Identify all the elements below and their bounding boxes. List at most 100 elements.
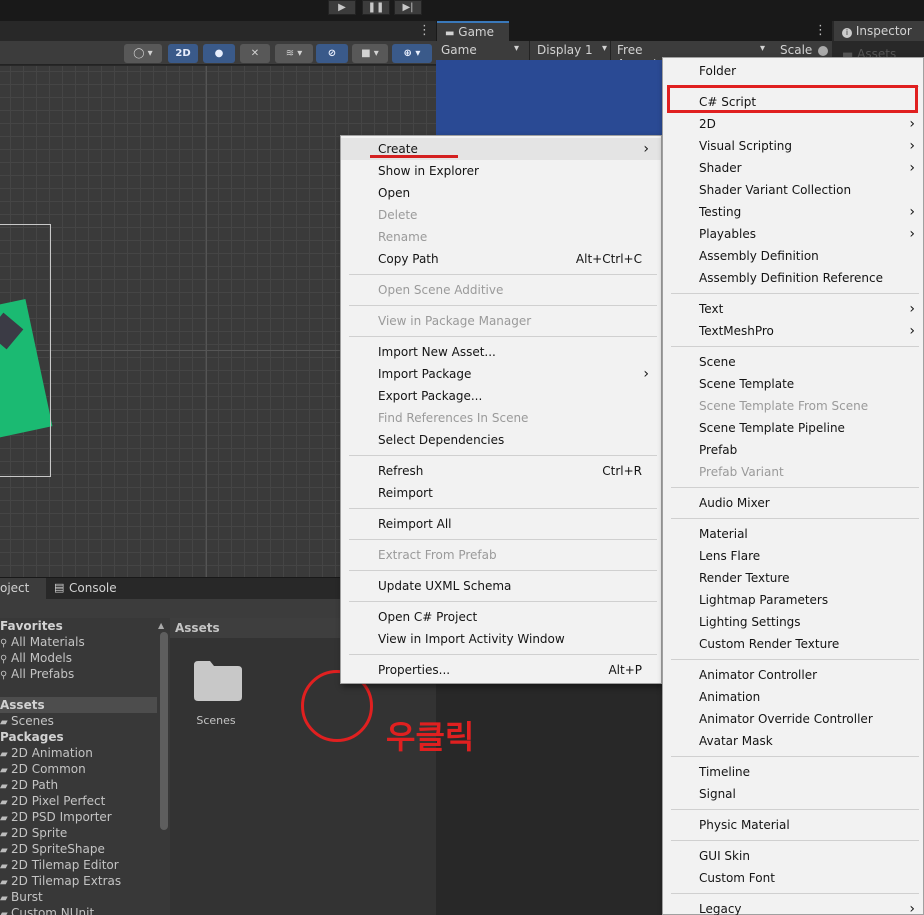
menu-item-open[interactable]: Open <box>341 182 661 204</box>
menu-item-properties[interactable]: Properties... Alt+P <box>341 659 661 681</box>
menu-item-import-new-asset[interactable]: Import New Asset... <box>341 341 661 363</box>
create-item-shader-variant-collection[interactable]: Shader Variant Collection <box>663 179 923 201</box>
scroll-up-icon[interactable]: ▲ <box>158 621 164 630</box>
create-item-textmeshpro[interactable]: TextMeshPro › <box>663 320 923 342</box>
create-item-prefab[interactable]: Prefab <box>663 439 923 461</box>
hidden-objects-icon[interactable]: ⊘ <box>316 44 348 63</box>
menu-item-update-uxml-schema[interactable]: Update UXML Schema <box>341 575 661 597</box>
menu-item-view-in-import-activity-window[interactable]: View in Import Activity Window <box>341 628 661 650</box>
tree-item-2d-animation[interactable]: ▰ 2D Animation <box>0 745 93 761</box>
create-item-gui-skin[interactable]: GUI Skin <box>663 845 923 867</box>
more-options-icon[interactable]: ⋮ <box>418 23 431 38</box>
effects-dropdown-icon[interactable]: ≋ ▾ <box>275 44 313 63</box>
create-item-animation[interactable]: Animation <box>663 686 923 708</box>
tree-item-custom-nunit[interactable]: ▰ Custom NUnit <box>0 905 94 915</box>
menu-item-label: Animation <box>699 690 761 704</box>
menu-item-reimport-all[interactable]: Reimport All <box>341 513 661 535</box>
menu-item-label: GUI Skin <box>699 849 750 863</box>
create-item-assembly-definition[interactable]: Assembly Definition <box>663 245 923 267</box>
tree-item-2d-path[interactable]: ▰ 2D Path <box>0 777 58 793</box>
tree-item-label: 2D SpriteShape <box>11 842 105 856</box>
scale-slider-knob[interactable] <box>818 46 828 56</box>
tree-item-2d-common[interactable]: ▰ 2D Common <box>0 761 86 777</box>
create-item-lighting-settings[interactable]: Lighting Settings <box>663 611 923 633</box>
menu-item-copy-path[interactable]: Copy Path Alt+Ctrl+C <box>341 248 661 270</box>
create-item-testing[interactable]: Testing › <box>663 201 923 223</box>
tree-item-label: 2D Animation <box>11 746 93 760</box>
tree-item-label: Burst <box>11 890 43 904</box>
create-item-shader[interactable]: Shader › <box>663 157 923 179</box>
folder-icon[interactable] <box>194 661 242 701</box>
more-options-icon[interactable]: ⋮ <box>814 23 827 38</box>
tree-item-burst[interactable]: ▰ Burst <box>0 889 43 905</box>
toggle-2d-button[interactable]: 2D <box>168 44 198 63</box>
create-item-folder[interactable]: Folder <box>663 60 923 82</box>
menu-item-label: Open Scene Additive <box>378 283 504 297</box>
menu-item-import-package[interactable]: Import Package › <box>341 363 661 385</box>
tree-scrollbar[interactable] <box>160 632 168 830</box>
menu-item-export-package[interactable]: Export Package... <box>341 385 661 407</box>
create-item-assembly-definition-reference[interactable]: Assembly Definition Reference <box>663 267 923 289</box>
tree-item-favorites[interactable]: Favorites <box>0 618 63 634</box>
tree-item-label: Custom NUnit <box>11 906 95 915</box>
create-item-audio-mixer[interactable]: Audio Mixer <box>663 492 923 514</box>
lighting-toggle-icon[interactable]: ● <box>203 44 235 63</box>
tree-item-2d-pixel-perfect[interactable]: ▰ 2D Pixel Perfect <box>0 793 105 809</box>
tree-item-all-materials[interactable]: ⚲ All Materials <box>0 634 85 650</box>
game-mode-dropdown[interactable]: Game <box>441 43 477 57</box>
create-item-timeline[interactable]: Timeline <box>663 761 923 783</box>
game-toolbar: Game ▾ Display 1 ▾ Free Aspect <box>436 41 662 71</box>
tab-console[interactable]: Console <box>69 581 117 595</box>
pause-button[interactable]: ❚❚ <box>362 0 390 15</box>
menu-item-refresh[interactable]: Refresh Ctrl+R <box>341 460 661 482</box>
tree-item-label: 2D Path <box>11 778 59 792</box>
display-dropdown[interactable]: Display 1 <box>537 43 593 57</box>
tree-item-scenes[interactable]: ▰ Scenes <box>0 713 54 729</box>
chevron-down-icon: ▾ <box>760 43 766 54</box>
menu-separator <box>671 809 919 810</box>
create-item-physic-material[interactable]: Physic Material <box>663 814 923 836</box>
camera-dropdown-icon[interactable]: ■ ▾ <box>352 44 388 63</box>
create-item-lens-flare[interactable]: Lens Flare <box>663 545 923 567</box>
create-item-text[interactable]: Text › <box>663 298 923 320</box>
create-item-scene-template-pipeline[interactable]: Scene Template Pipeline <box>663 417 923 439</box>
create-item-custom-render-texture[interactable]: Custom Render Texture <box>663 633 923 655</box>
gizmos-dropdown-icon[interactable]: ⊕ ▾ <box>392 44 432 63</box>
play-button[interactable]: ▶ <box>328 0 356 15</box>
create-item-legacy[interactable]: Legacy › <box>663 898 923 915</box>
create-item-avatar-mask[interactable]: Avatar Mask <box>663 730 923 752</box>
menu-item-select-dependencies[interactable]: Select Dependencies <box>341 429 661 451</box>
tree-item-all-prefabs[interactable]: ⚲ All Prefabs <box>0 666 74 682</box>
tree-item-2d-tilemap-editor[interactable]: ▰ 2D Tilemap Editor <box>0 857 119 873</box>
chevron-right-icon: › <box>643 366 649 382</box>
create-item-material[interactable]: Material <box>663 523 923 545</box>
tab-game[interactable]: ▬ Game <box>437 21 509 41</box>
create-item-scene-template[interactable]: Scene Template <box>663 373 923 395</box>
menu-item-label: Properties... <box>378 663 451 677</box>
tree-item-assets[interactable]: Assets <box>0 697 157 713</box>
create-item-visual-scripting[interactable]: Visual Scripting › <box>663 135 923 157</box>
tree-item-2d-psd-importer[interactable]: ▰ 2D PSD Importer <box>0 809 112 825</box>
tree-item-all-models[interactable]: ⚲ All Models <box>0 650 72 666</box>
menu-item-open-c-project[interactable]: Open C# Project <box>341 606 661 628</box>
shading-mode-dropdown[interactable]: ◯ ▾ <box>124 44 162 63</box>
create-item-signal[interactable]: Signal <box>663 783 923 805</box>
create-item-animator-controller[interactable]: Animator Controller <box>663 664 923 686</box>
create-item-2d[interactable]: 2D › <box>663 113 923 135</box>
tree-item-packages[interactable]: Packages <box>0 729 64 745</box>
step-button[interactable]: ▶| <box>394 0 422 15</box>
tree-item-2d-sprite[interactable]: ▰ 2D Sprite <box>0 825 67 841</box>
tree-item-2d-spriteshape[interactable]: ▰ 2D SpriteShape <box>0 841 105 857</box>
tree-item-2d-tilemap-extras[interactable]: ▰ 2D Tilemap Extras <box>0 873 121 889</box>
tree-item-label: 2D Tilemap Extras <box>11 874 122 888</box>
menu-item-reimport[interactable]: Reimport <box>341 482 661 504</box>
create-item-lightmap-parameters[interactable]: Lightmap Parameters <box>663 589 923 611</box>
menu-item-show-in-explorer[interactable]: Show in Explorer <box>341 160 661 182</box>
create-item-render-texture[interactable]: Render Texture <box>663 567 923 589</box>
tab-inspector[interactable]: i Inspector <box>834 21 924 41</box>
audio-toggle-icon[interactable]: ✕ <box>240 44 270 63</box>
create-item-scene[interactable]: Scene <box>663 351 923 373</box>
create-item-animator-override-controller[interactable]: Animator Override Controller <box>663 708 923 730</box>
create-item-playables[interactable]: Playables › <box>663 223 923 245</box>
create-item-custom-font[interactable]: Custom Font <box>663 867 923 889</box>
